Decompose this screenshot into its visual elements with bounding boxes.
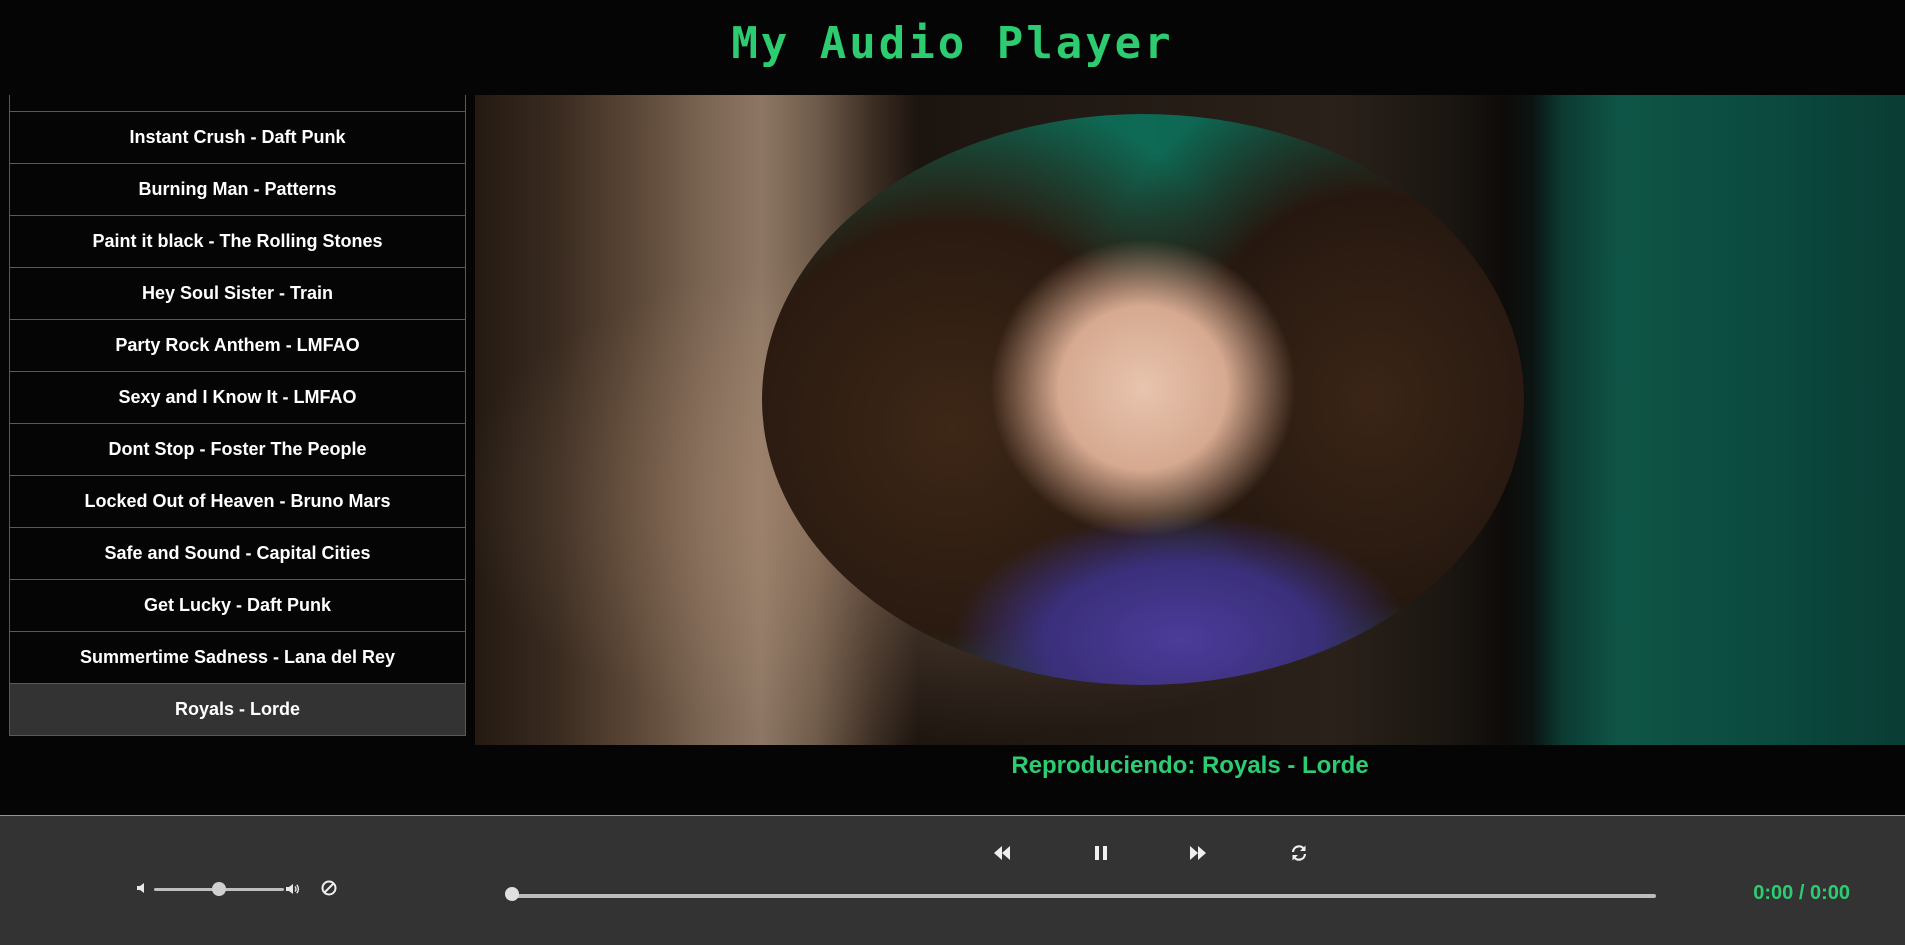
- now-playing-label: Reproduciendo: Royals - Lorde: [1011, 752, 1369, 779]
- volume-high-icon[interactable]: [285, 881, 301, 897]
- fast-forward-icon: [1188, 844, 1208, 862]
- play-pause-button[interactable]: [1086, 838, 1116, 868]
- playlist-item[interactable]: Hey Soul Sister - Train: [9, 268, 466, 320]
- seek-bar[interactable]: [505, 887, 1656, 904]
- playlist-item[interactable]: Locked Out of Heaven - Bruno Mars: [9, 476, 466, 528]
- playlist-item[interactable]: Summertime Sadness - Lana del Rey: [9, 632, 466, 684]
- playlist-item[interactable]: Party Rock Anthem - LMFAO: [9, 320, 466, 372]
- playlist[interactable]: Instant Crush - Daft Punk Burning Man - …: [9, 95, 466, 736]
- playlist-item[interactable]: Instant Crush - Daft Punk: [9, 112, 466, 164]
- volume-low-icon[interactable]: [136, 881, 152, 897]
- playlist-item[interactable]: Paint it black - The Rolling Stones: [9, 216, 466, 268]
- playlist-item-active[interactable]: Royals - Lorde: [9, 684, 466, 736]
- time-display: 0:00 / 0:00: [1753, 882, 1850, 904]
- playlist-item[interactable]: Get Lucky - Daft Punk: [9, 580, 466, 632]
- volume-control: [136, 878, 351, 900]
- playlist-item[interactable]: Burning Man - Patterns: [9, 164, 466, 216]
- next-button[interactable]: [1183, 838, 1213, 868]
- playlist-item[interactable]: Sexy and I Know It - LMFAO: [9, 372, 466, 424]
- album-cover-image: [762, 114, 1524, 685]
- audio-player-app: My Audio Player Instant Crush - Daft Pun…: [0, 0, 1905, 945]
- header: My Audio Player: [0, 0, 1905, 95]
- pause-icon: [1093, 844, 1109, 862]
- playlist-item[interactable]: Dont Stop - Foster The People: [9, 424, 466, 476]
- previous-button[interactable]: [987, 838, 1017, 868]
- seek-track[interactable]: [512, 894, 1656, 898]
- repeat-button[interactable]: [1284, 838, 1314, 868]
- repeat-icon: [1289, 843, 1309, 863]
- playlist-item[interactable]: Safe and Sound - Capital Cities: [9, 528, 466, 580]
- volume-slider[interactable]: [154, 882, 284, 896]
- album-art-backdrop: [475, 95, 1905, 745]
- mute-icon[interactable]: [320, 879, 338, 897]
- seek-thumb[interactable]: [505, 887, 519, 901]
- playlist-list: Instant Crush - Daft Punk Burning Man - …: [9, 95, 466, 736]
- app-title: My Audio Player: [731, 18, 1174, 69]
- control-bar: 0:00 / 0:00: [0, 815, 1905, 945]
- playlist-item[interactable]: [9, 95, 466, 112]
- rewind-icon: [992, 844, 1012, 862]
- volume-slider-thumb[interactable]: [212, 882, 226, 896]
